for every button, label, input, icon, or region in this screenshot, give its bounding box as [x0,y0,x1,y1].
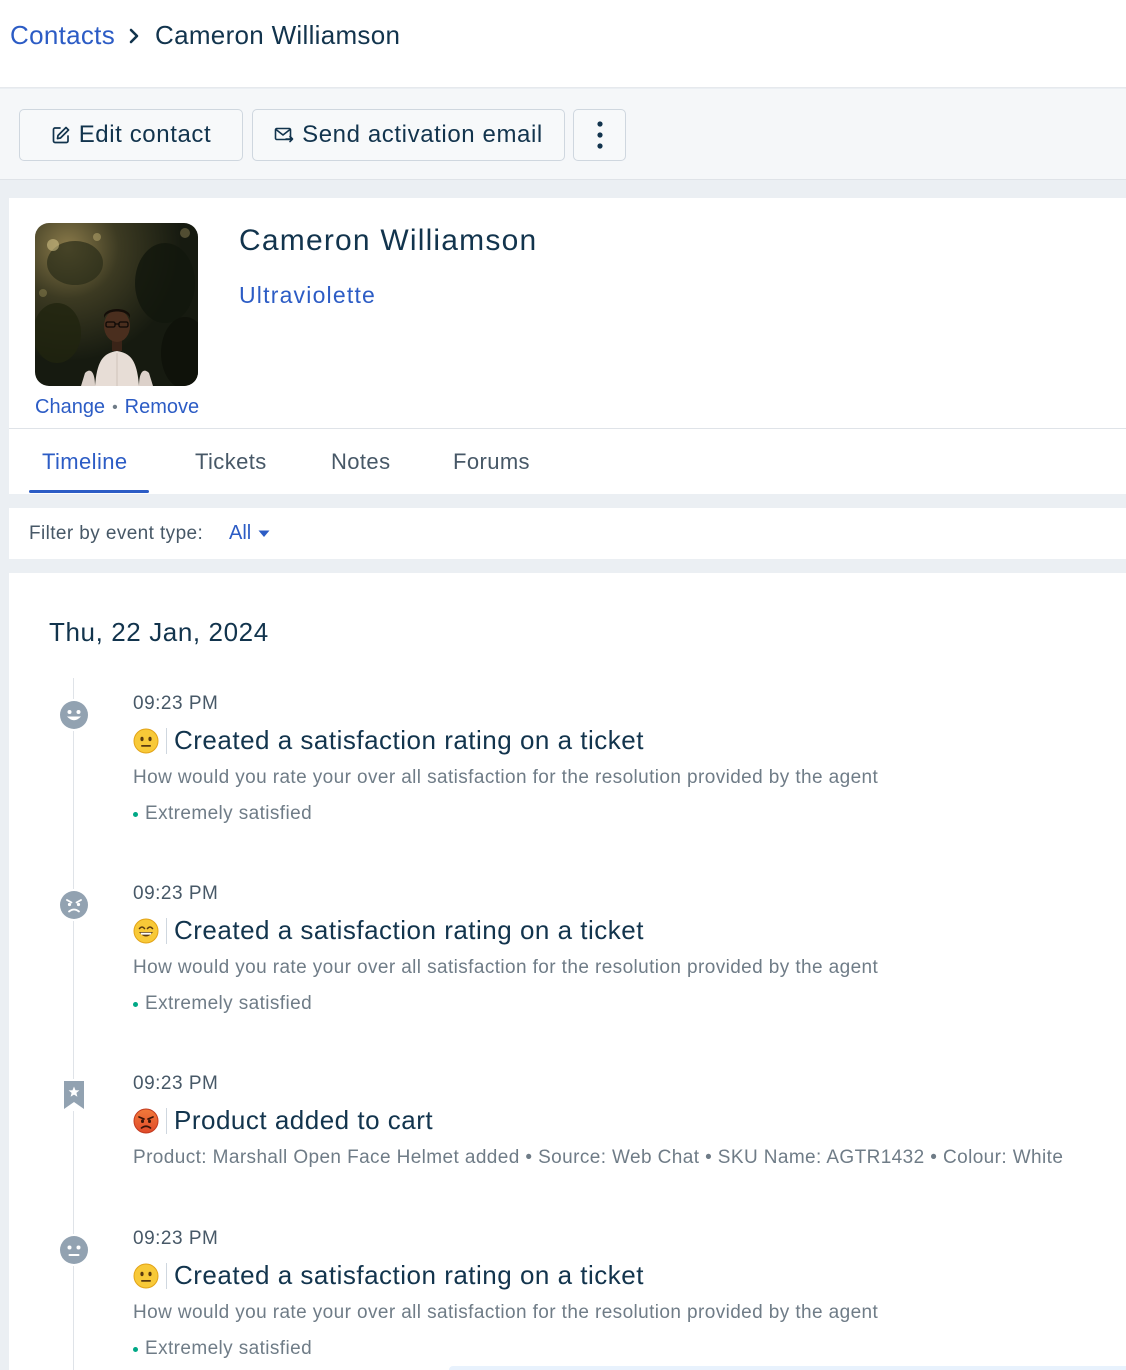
status-dot-icon [133,1001,138,1007]
remove-photo-link[interactable]: Remove [125,396,199,419]
event-type-selected: All [229,522,252,544]
breadcrumb: Contacts Cameron Williamson [10,20,400,51]
more-vertical-icon [596,121,603,149]
action-toolbar: Edit contact Send activation email [0,89,1126,180]
neutral-face-emoji-icon [133,1263,159,1288]
top-header: Contacts Cameron Williamson [0,0,1126,88]
contact-profile-card: Change • Remove Cameron Williamson Ultra… [9,198,1126,494]
event-status-text: Extremely satisfied [145,1338,313,1359]
event-type-dropdown[interactable]: All [229,522,270,545]
edit-contact-button[interactable]: Edit contact [19,109,243,161]
change-photo-link[interactable]: Change [35,396,105,419]
event-title: Created a satisfaction rating on a ticke… [133,915,644,946]
event-status-text: Extremely satisfied [145,993,313,1014]
photo-actions: Change • Remove [35,396,199,419]
event-status: Extremely satisfied [133,993,312,1015]
tab-tickets[interactable]: Tickets [195,449,267,475]
chevron-right-icon [127,28,141,44]
title-divider [166,917,167,944]
timeline-line [73,678,74,1370]
avatar[interactable] [35,223,198,386]
angry-face-emoji-icon [133,1108,159,1133]
bookmark-star-icon [58,1079,90,1111]
angry-face-icon [58,889,90,921]
profile-tabs: Timeline Tickets Notes Forums [9,429,1126,494]
timeline-date-heading: Thu, 22 Jan, 2024 [49,617,269,647]
bottom-panel-edge [449,1366,1126,1370]
title-divider [166,1262,167,1289]
event-status: Extremely satisfied [133,803,312,825]
grinning-face-emoji-icon [133,918,159,943]
event-time: 09:23 PM [133,1228,219,1249]
event-status-text: Extremely satisfied [145,803,313,824]
event-title: Created a satisfaction rating on a ticke… [133,1260,644,1291]
event-title-text: Product added to cart [174,1105,434,1135]
filter-label: Filter by event type: [29,523,204,544]
event-filter-bar: Filter by event type: All [9,508,1126,559]
company-link[interactable]: Ultraviolette [239,282,376,309]
breadcrumb-contacts-link[interactable]: Contacts [10,20,115,51]
event-time: 09:23 PM [133,1073,219,1094]
title-divider [166,1107,167,1134]
tab-forums[interactable]: Forums [453,449,530,475]
event-title: Created a satisfaction rating on a ticke… [133,725,644,756]
event-description: How would you rate your over all satisfa… [133,1302,879,1323]
edit-icon [52,126,70,144]
breadcrumb-current: Cameron Williamson [155,20,401,50]
contact-name: Cameron Williamson [239,224,538,257]
event-title-text: Created a satisfaction rating on a ticke… [174,725,644,755]
event-status: Extremely satisfied [133,1338,312,1360]
tab-notes[interactable]: Notes [331,449,390,475]
neutral-face-emoji-icon [133,728,159,753]
event-description: Product: Marshall Open Face Helmet added… [133,1147,1064,1168]
status-dot-icon [133,1346,138,1352]
event-title-text: Created a satisfaction rating on a ticke… [174,915,644,945]
photo-actions-separator: • [112,398,118,416]
send-activation-email-label: Send activation email [302,121,543,148]
more-options-button[interactable] [573,109,626,161]
event-title: Product added to cart [133,1105,433,1136]
tab-timeline[interactable]: Timeline [42,449,128,475]
event-description: How would you rate your over all satisfa… [133,957,879,978]
title-divider [166,727,167,754]
smile-icon [58,699,90,731]
email-send-icon [274,127,294,143]
event-time: 09:23 PM [133,883,219,904]
active-tab-indicator [29,490,149,493]
edit-contact-label: Edit contact [78,121,212,148]
caret-down-icon [258,530,270,537]
event-description: How would you rate your over all satisfa… [133,767,879,788]
event-title-text: Created a satisfaction rating on a ticke… [174,1260,644,1290]
event-time: 09:23 PM [133,693,219,714]
timeline-panel: Thu, 22 Jan, 2024 09:23 PM Created a sat… [9,573,1126,1370]
status-dot-icon [133,811,138,817]
neutral-face-icon [58,1234,90,1266]
send-activation-email-button[interactable]: Send activation email [252,109,565,161]
